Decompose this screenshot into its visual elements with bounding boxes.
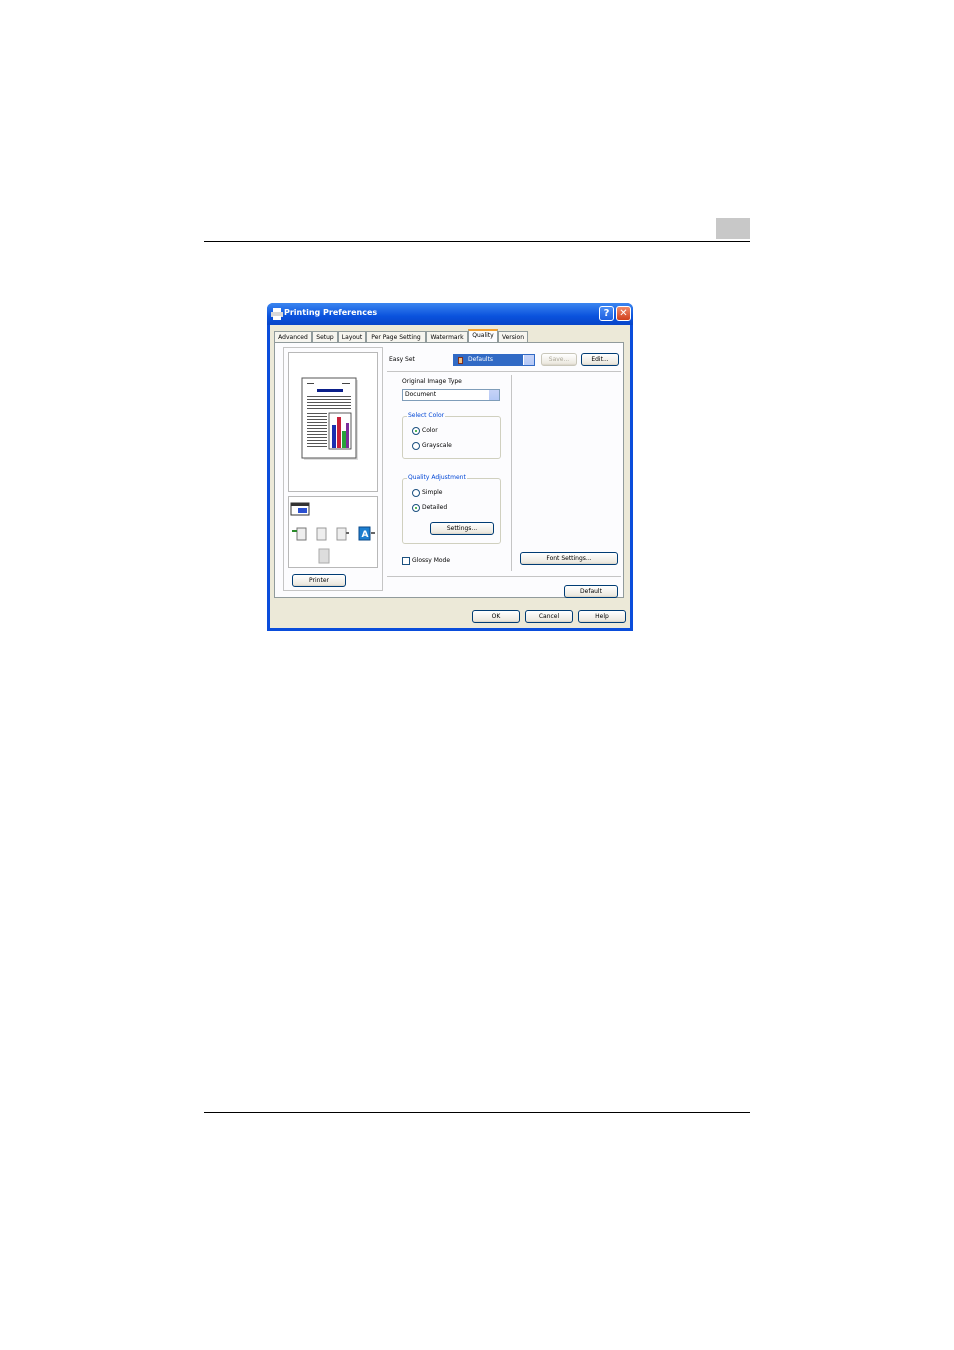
grayscale-radio[interactable] <box>412 442 420 450</box>
easy-set-value: Defaults <box>468 356 494 363</box>
chevron-down-icon <box>523 355 534 365</box>
user-icon <box>458 357 463 364</box>
header-rule <box>204 241 750 242</box>
original-image-type-label: Original Image Type <box>402 378 462 385</box>
settings-preview: A <box>288 496 378 568</box>
default-button[interactable]: Default <box>564 585 618 598</box>
ok-button[interactable]: OK <box>472 610 520 623</box>
quality-adjustment-legend: Quality Adjustment <box>407 474 467 482</box>
detailed-radio[interactable] <box>412 504 420 512</box>
select-color-legend: Select Color <box>407 412 446 420</box>
glossy-mode-label[interactable]: Glossy Mode <box>412 557 450 565</box>
select-color-group <box>402 416 501 459</box>
printer-view-button[interactable]: Printer <box>292 574 346 587</box>
simple-radio-label[interactable]: Simple <box>422 489 443 497</box>
font-settings-button[interactable]: Font Settings... <box>520 552 618 565</box>
window-title: Printing Preferences <box>284 308 378 317</box>
easy-set-select[interactable]: Defaults <box>453 354 535 366</box>
cancel-button[interactable]: Cancel <box>525 610 573 623</box>
color-radio-label[interactable]: Color <box>422 427 438 435</box>
edit-button[interactable]: Edit... <box>581 353 619 366</box>
help-button[interactable]: Help <box>578 610 626 623</box>
quality-tab-panel: A Printer Easy Set Defaults Save... Edit… <box>274 342 624 598</box>
original-image-type-select[interactable]: Document <box>402 389 500 401</box>
glossy-mode-checkbox[interactable] <box>402 557 410 565</box>
color-radio[interactable] <box>412 427 420 435</box>
tab-advanced[interactable]: Advanced <box>274 331 312 342</box>
easy-set-label: Easy Set <box>389 356 415 363</box>
help-title-button[interactable]: ? <box>599 306 614 321</box>
layout-preview-icons: A <box>290 502 375 564</box>
original-image-type-value: Document <box>405 391 437 398</box>
detailed-radio-label[interactable]: Detailed <box>422 504 447 512</box>
grayscale-radio-label[interactable]: Grayscale <box>422 442 452 450</box>
tab-per-page-setting[interactable]: Per Page Setting <box>366 331 426 342</box>
printing-preferences-dialog: Printing Preferences ? ✕ Advanced Setup … <box>267 303 633 631</box>
title-bar[interactable]: Printing Preferences ? ✕ <box>267 303 633 325</box>
page-preview <box>288 352 378 492</box>
document-preview-icon <box>301 377 358 460</box>
preview-area: A Printer <box>283 347 383 591</box>
easy-set-divider <box>387 371 621 372</box>
svg-text:A: A <box>362 530 369 540</box>
dialog-client: Advanced Setup Layout Per Page Setting W… <box>270 325 630 628</box>
chapter-marker <box>716 218 750 239</box>
save-button[interactable]: Save... <box>541 353 577 366</box>
tab-quality[interactable]: Quality <box>468 329 498 343</box>
bottom-divider <box>387 576 621 577</box>
tab-version[interactable]: Version <box>498 331 528 342</box>
chevron-down-icon <box>488 390 499 400</box>
tab-layout[interactable]: Layout <box>338 331 366 342</box>
quality-settings-button[interactable]: Settings... <box>430 522 494 535</box>
column-divider <box>511 375 512 571</box>
tab-setup[interactable]: Setup <box>312 331 338 342</box>
footer-rule <box>204 1112 750 1113</box>
printer-icon <box>271 308 283 320</box>
tab-watermark[interactable]: Watermark <box>426 331 468 342</box>
close-button[interactable]: ✕ <box>616 306 631 321</box>
simple-radio[interactable] <box>412 489 420 497</box>
